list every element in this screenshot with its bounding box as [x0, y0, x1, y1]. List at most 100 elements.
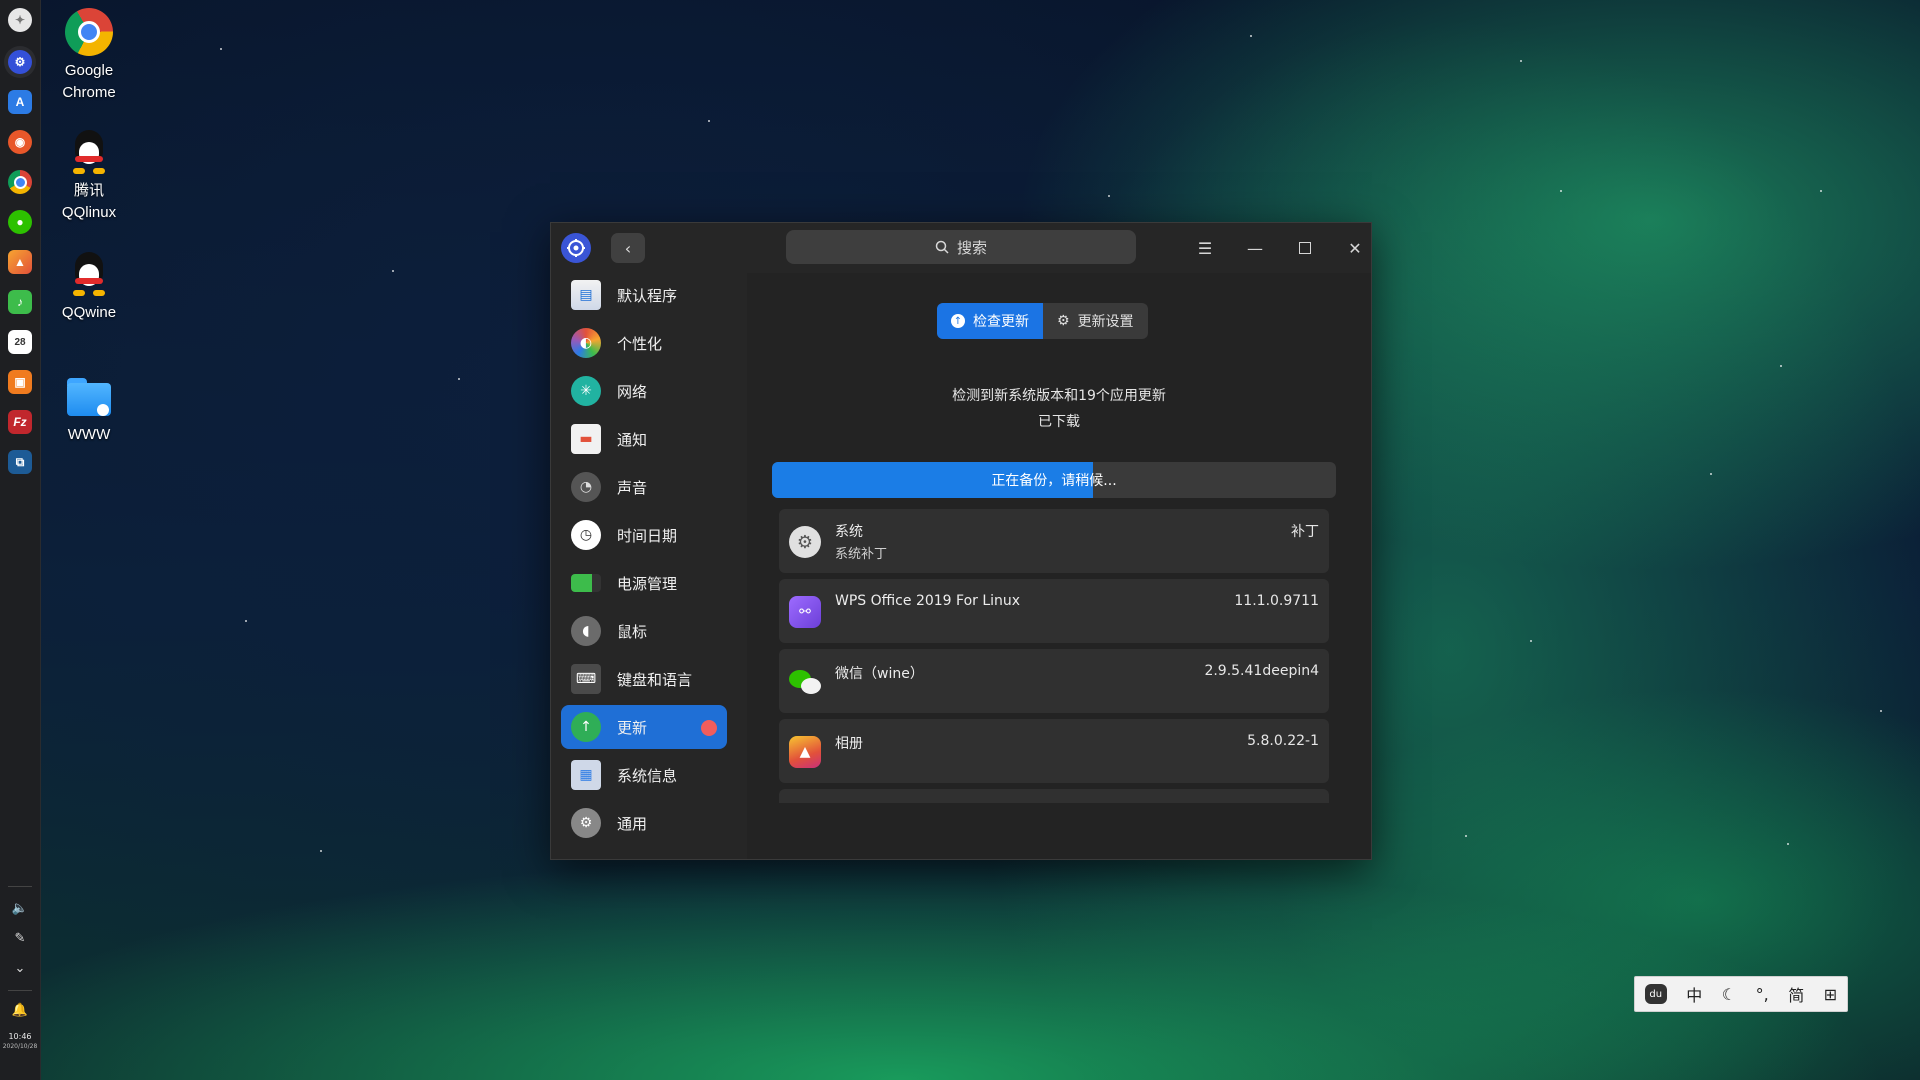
- update-item-version: 11.1.0.9711: [1234, 593, 1319, 609]
- app-store-dock-icon[interactable]: A: [8, 90, 32, 114]
- launcher-icon[interactable]: ✦: [8, 8, 32, 32]
- dock-separator: [8, 886, 32, 887]
- update-item-version: 补丁: [1291, 524, 1319, 540]
- sidebar-item-label: 默认程序: [617, 286, 678, 305]
- update-item-subtitle: 系统补丁: [835, 547, 888, 562]
- wps-icon: ⚯: [789, 596, 821, 628]
- battery-icon: [571, 574, 601, 592]
- filezilla-dock-icon[interactable]: Fz: [8, 410, 32, 434]
- sidebar-item-label: 声音: [617, 478, 648, 497]
- ime-logo-icon[interactable]: du: [1644, 984, 1667, 1004]
- sidebar-item-label: 电源管理: [617, 574, 678, 593]
- system-info-icon: ▦: [571, 760, 601, 790]
- ime-script-toggle[interactable]: 简: [1788, 982, 1804, 1006]
- music-dock-icon[interactable]: ♪: [8, 290, 32, 314]
- desktop-icon-label: WWW: [67, 426, 111, 443]
- update-item-name: WPS Office 2019 For Linux: [835, 593, 1021, 609]
- dock-clock[interactable]: 10:46 2020/10/28: [0, 1032, 40, 1052]
- minimize-icon: —: [1247, 238, 1263, 258]
- sidebar-item-update[interactable]: ↑ 更新: [561, 705, 727, 749]
- update-item-version: 5.8.0.22-1: [1247, 733, 1319, 749]
- vscode-dock-icon[interactable]: ⧉: [8, 450, 32, 474]
- desktop-icon-www[interactable]: WWW: [54, 372, 124, 446]
- back-button[interactable]: ‹: [611, 233, 645, 263]
- sidebar-item-label: 个性化: [617, 334, 663, 353]
- maximize-icon: [1299, 242, 1311, 254]
- sidebar-item-personalization[interactable]: ◐ 个性化: [561, 321, 727, 365]
- desktop-icon-label: 腾讯 QQlinux: [61, 182, 117, 221]
- calendar-dock-icon[interactable]: 28: [8, 330, 32, 354]
- sidebar-item-system-info[interactable]: ▦ 系统信息: [561, 753, 727, 797]
- ime-punctuation-toggle[interactable]: °,: [1756, 985, 1769, 1004]
- control-center-dock-icon[interactable]: ⚙: [8, 50, 32, 74]
- tab-update-settings[interactable]: ⚙ 更新设置: [1043, 303, 1148, 339]
- bell-icon[interactable]: 🔔: [10, 1000, 30, 1020]
- photos-dock-icon[interactable]: ▲: [8, 250, 32, 274]
- gear-icon: ⚙: [1057, 313, 1070, 329]
- wechat-icon: [789, 666, 821, 698]
- sidebar-item-notification[interactable]: ▬ 通知: [561, 417, 727, 461]
- sidebar-item-general[interactable]: ⚙ 通用: [561, 801, 727, 845]
- search-icon: [935, 240, 949, 254]
- chevron-down-icon[interactable]: ⌄: [10, 958, 30, 978]
- sidebar-item-label: 系统信息: [617, 766, 678, 785]
- sidebar-item-keyboard[interactable]: ⌨ 键盘和语言: [561, 657, 727, 701]
- update-item-wps[interactable]: ⚯ WPS Office 2019 For Linux 11.1.0.9711: [779, 579, 1329, 643]
- ime-toolbar: du 中 ☾ °, 简 ⊞: [1634, 976, 1848, 1012]
- sidebar-item-label: 更新: [617, 718, 648, 737]
- update-item-name: 系统: [835, 524, 863, 540]
- qq-icon: [65, 128, 113, 176]
- pen-icon[interactable]: ✎: [10, 928, 30, 948]
- update-item-partial[interactable]: [779, 789, 1329, 803]
- update-item-album[interactable]: ▲ 相册 5.8.0.22-1: [779, 719, 1329, 783]
- sound-icon: ◔: [571, 472, 601, 502]
- sidebar-item-sound[interactable]: ◔ 声音: [561, 465, 727, 509]
- minimize-button[interactable]: —: [1241, 235, 1269, 261]
- desktop-icon-qqlinux[interactable]: 腾讯 QQlinux: [54, 128, 124, 224]
- default-apps-icon: ▤: [571, 280, 601, 310]
- sidebar-item-power[interactable]: 电源管理: [561, 561, 727, 605]
- desktop-icon-label: QQwine: [61, 304, 117, 321]
- system-gear-icon: ⚙: [789, 526, 821, 558]
- control-center-window: ‹ 搜索 ☰ — ✕ ▤ 默认程序 ◐ 个性化 ✳ 网络 ▬ 通知 ◔ 声音 ◷…: [550, 222, 1372, 860]
- update-item-name: 相册: [835, 736, 863, 752]
- desktop-icon-chrome[interactable]: Google Chrome: [54, 8, 124, 104]
- update-list: ⚙ 系统 系统补丁 补丁 ⚯ WPS Office 2019 For Linux…: [779, 509, 1329, 803]
- menu-button[interactable]: ☰: [1191, 235, 1219, 261]
- update-item-system[interactable]: ⚙ 系统 系统补丁 补丁: [779, 509, 1329, 573]
- store-bag-dock-icon[interactable]: ▣: [8, 370, 32, 394]
- clock-icon: ◷: [571, 520, 601, 550]
- sidebar-item-label: 网络: [617, 382, 648, 401]
- sidebar-item-network[interactable]: ✳ 网络: [561, 369, 727, 413]
- update-item-wechat[interactable]: 微信（wine） 2.9.5.41deepin4: [779, 649, 1329, 713]
- chrome-icon: [65, 8, 113, 56]
- moon-icon[interactable]: ☾: [1722, 985, 1736, 1004]
- sidebar-item-default-apps[interactable]: ▤ 默认程序: [561, 273, 727, 317]
- chevron-left-icon: ‹: [624, 238, 632, 258]
- dock: ✦ ⚙ A ◉ ● ▲ ♪ 28 ▣ Fz ⧉ 🔈 ✎ ⌄ 🔔 10:46 20…: [0, 0, 41, 1080]
- sidebar-item-datetime[interactable]: ◷ 时间日期: [561, 513, 727, 557]
- firefox-dock-icon[interactable]: ◉: [8, 130, 32, 154]
- sidebar-item-mouse[interactable]: ◖ 鼠标: [561, 609, 727, 653]
- personalization-icon: ◐: [571, 328, 601, 358]
- search-input[interactable]: 搜索: [786, 230, 1136, 264]
- chrome-dock-icon[interactable]: [8, 170, 32, 194]
- dock-separator: [8, 990, 32, 991]
- sidebar-item-label: 通用: [617, 814, 648, 833]
- tab-check-updates[interactable]: ↑ 检查更新: [937, 303, 1043, 339]
- update-item-version: 2.9.5.41deepin4: [1204, 663, 1319, 679]
- maximize-button[interactable]: [1291, 235, 1319, 261]
- desktop-icon-qqwine[interactable]: QQwine: [54, 250, 124, 324]
- sidebar-item-label: 鼠标: [617, 622, 648, 641]
- update-tabs: ↑ 检查更新 ⚙ 更新设置: [937, 303, 1148, 339]
- update-badge: [701, 720, 717, 736]
- clock-time: 10:46: [8, 1032, 32, 1041]
- sidebar: ▤ 默认程序 ◐ 个性化 ✳ 网络 ▬ 通知 ◔ 声音 ◷ 时间日期 电源管理 …: [551, 273, 747, 859]
- volume-icon[interactable]: 🔈: [10, 898, 30, 918]
- close-button[interactable]: ✕: [1341, 235, 1369, 261]
- wechat-dock-icon[interactable]: ●: [8, 210, 32, 234]
- keyboard-icon: ⌨: [571, 664, 601, 694]
- grid-icon[interactable]: ⊞: [1824, 985, 1837, 1004]
- ime-mode-toggle[interactable]: 中: [1686, 982, 1702, 1006]
- mouse-icon: ◖: [571, 616, 601, 646]
